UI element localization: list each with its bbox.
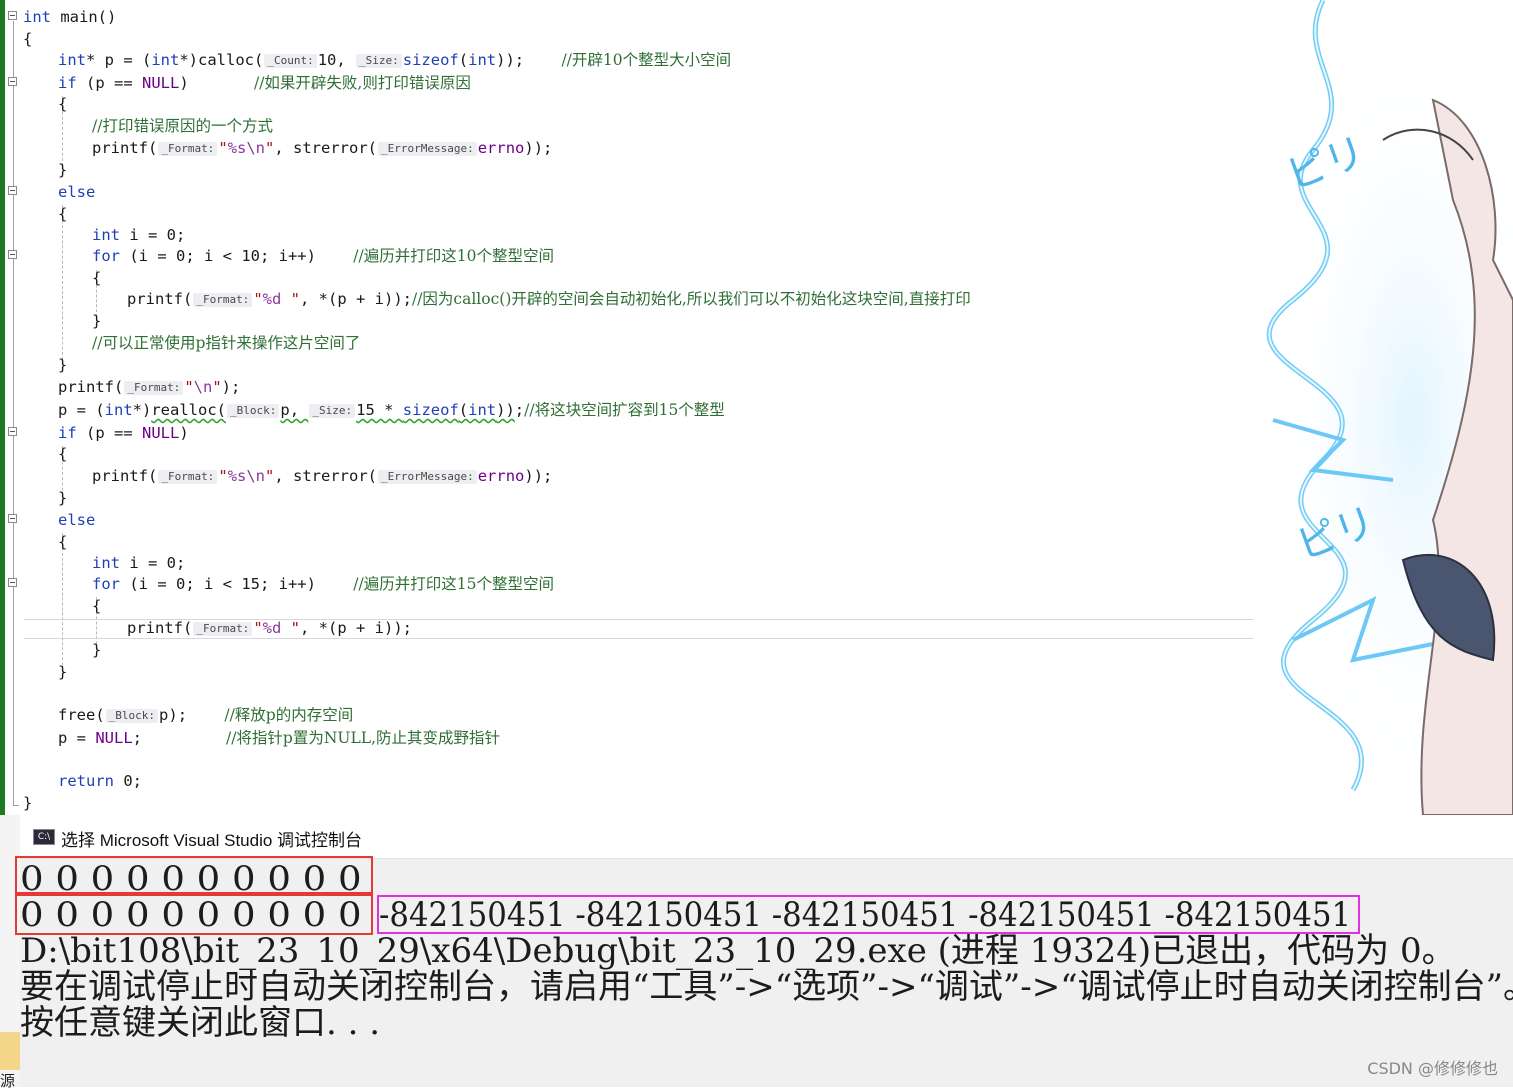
code-line-11[interactable]: int i = 0; (92, 225, 185, 245)
highlight-box-red-line2 (15, 894, 373, 935)
code-line-35[interactable]: } (23, 793, 32, 813)
code-editor[interactable]: ピリ ピリ int main() { int* p = (int*)calloc… (0, 0, 1513, 815)
indent-guide (62, 533, 63, 675)
code-line-25[interactable]: { (58, 532, 67, 552)
code-line-14[interactable]: printf(_Format: "%d ", *(p + i));//因为call… (127, 289, 971, 309)
fold-toggle-for1[interactable] (8, 250, 17, 259)
console-output-line-4: 要在调试停止时自动关闭控制台，请启用“工具”->“选项”->“调试”->“调试停… (20, 967, 1513, 1007)
code-line-24[interactable]: else (58, 510, 95, 530)
code-line-29[interactable]: printf(_Format: "%d ", *(p + i)); (127, 618, 412, 638)
console-title-bar[interactable]: C:\ 选择 Microsoft Visual Studio 调试控制台 (20, 815, 1513, 859)
fold-end (13, 805, 19, 806)
csdn-watermark: CSDN @修修修也 (1367, 1059, 1498, 1078)
code-line-20[interactable]: if (p == NULL) (58, 423, 189, 443)
code-line-6[interactable]: //打印错误原因的一个方式 (92, 116, 273, 136)
fold-toggle-else2[interactable] (8, 514, 17, 523)
code-line-27[interactable]: for (i = 0; i < 15; i++) //遍历并打印这15个整型空间 (92, 574, 554, 594)
fold-toggle-else1[interactable] (8, 186, 17, 195)
code-line-4[interactable]: if (p == NULL) //如果开辟失败,则打印错误原因 (58, 73, 471, 93)
fold-toggle-if2[interactable] (8, 427, 17, 436)
code-line-13[interactable]: { (92, 268, 101, 288)
code-line-30[interactable]: } (92, 640, 101, 660)
code-line-8[interactable]: } (58, 160, 67, 180)
code-line-16[interactable]: //可以正常使用p指针来操作这片空间了 (92, 333, 360, 353)
fold-toggle-main[interactable] (8, 11, 17, 20)
code-line-12[interactable]: for (i = 0; i < 10; i++) //遍历并打印这10个整型空间 (92, 246, 554, 266)
code-line-31[interactable]: } (58, 662, 67, 682)
background-anime-image: ピリ ピリ (1253, 0, 1513, 815)
code-line-5[interactable]: { (58, 94, 67, 114)
code-line-3[interactable]: int* p = (int*)calloc(_Count: 10, _Size: s… (58, 50, 731, 70)
side-panel-tab[interactable] (0, 1032, 20, 1070)
code-line-22[interactable]: printf(_Format: "%s\n", strerror(_ErrorMe… (92, 466, 552, 486)
console-title: 选择 Microsoft Visual Studio 调试控制台 (61, 831, 363, 850)
highlight-box-red-line1 (15, 856, 373, 894)
console-output-line-3: D:\bit108\bit_23_10_29\x64\Debug\bit_23_… (20, 931, 1456, 971)
indent-guide (62, 205, 63, 365)
code-line-1[interactable]: int main() (23, 7, 116, 27)
console-app-icon: C:\ (33, 829, 55, 845)
code-line-18[interactable]: printf(_Format: "\n"); (58, 377, 240, 397)
code-line-9[interactable]: else (58, 182, 95, 202)
fold-guide (13, 21, 14, 805)
code-line-15[interactable]: } (92, 311, 101, 331)
code-line-32[interactable]: free(_Block: p); //释放p的内存空间 (58, 705, 353, 725)
code-line-23[interactable]: } (58, 488, 67, 508)
code-line-28[interactable]: { (92, 596, 101, 616)
code-line-2[interactable]: { (23, 29, 32, 49)
code-line-19[interactable]: p = (int*)realloc(_Block: p, _Size: 15 * s… (58, 400, 725, 420)
fold-toggle-if1[interactable] (8, 77, 17, 86)
code-line-26[interactable]: int i = 0; (92, 553, 185, 573)
highlight-box-magenta (377, 895, 1360, 934)
code-line-21[interactable]: { (58, 444, 67, 464)
code-line-10[interactable]: { (58, 204, 67, 224)
fold-toggle-for2[interactable] (8, 578, 17, 587)
side-panel-tab-label[interactable]: 源 (0, 1070, 15, 1091)
code-line-33[interactable]: p = NULL; //将指针p置为NULL,防止其变成野指针 (58, 728, 500, 748)
console-output-line-5: 按任意键关闭此窗口. . . (20, 1003, 381, 1043)
code-line-34[interactable]: return 0; (58, 771, 142, 791)
outlining-margin (5, 0, 23, 815)
code-line-7[interactable]: printf(_Format: "%s\n", strerror(_ErrorMe… (92, 138, 552, 158)
code-line-17[interactable]: } (58, 355, 67, 375)
